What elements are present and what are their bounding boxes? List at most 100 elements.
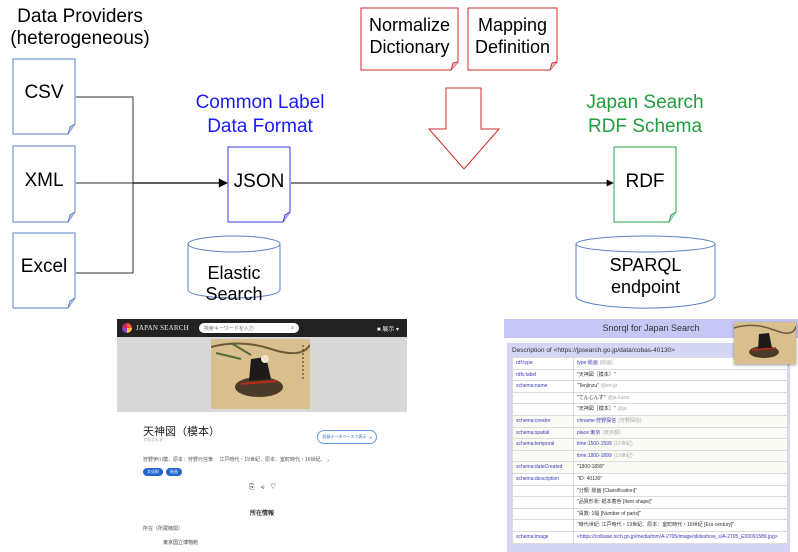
table-row: "品質形状: 紙本着色 [Item shape]" bbox=[512, 496, 788, 509]
action-icons[interactable]: ⎘ ⋖ ♡ bbox=[249, 484, 278, 492]
tag[interactable]: 文化財 bbox=[143, 468, 163, 476]
mapping-definition-label: Mapping Definition bbox=[468, 14, 557, 58]
japan-search-logo-icon bbox=[122, 323, 132, 333]
value-text[interactable]: place:東京 bbox=[577, 430, 600, 436]
table-row: "分類: 絵画 [Classification]" bbox=[512, 484, 788, 498]
property-cell[interactable]: schema:name bbox=[512, 380, 574, 393]
value-cell[interactable]: time:1800-1899 (19世紀) bbox=[573, 449, 788, 463]
description-title: Description of <https://jpsearch.go.jp/d… bbox=[512, 347, 675, 354]
providers-heading-line1: Data Providers bbox=[17, 6, 143, 27]
property-table: rdf:type type:絵画 [絵画] rdfs:label "天神図［模本］" sc… bbox=[512, 357, 788, 544]
table-row: "天神図［模本］" @ja bbox=[512, 403, 788, 416]
property-cell[interactable]: schema:creator bbox=[512, 414, 574, 428]
rdf-schema-title: Japan Search RDF Schema bbox=[545, 92, 745, 138]
user-menu[interactable]: ■ 展示 ▾ bbox=[377, 324, 399, 333]
value-text: "分類: 絵画 [Classification]" bbox=[577, 487, 637, 494]
value-text: "天神図［模本］" bbox=[577, 371, 616, 378]
value-note: @en-jp bbox=[600, 383, 618, 390]
value-cell[interactable]: time:1500-1599 (16世紀) bbox=[573, 438, 788, 451]
table-row: rdfs:label "天神図［模本］" bbox=[512, 368, 788, 382]
value-note: @ja bbox=[617, 406, 627, 413]
property-cell bbox=[512, 391, 574, 405]
connector-lines bbox=[76, 96, 134, 274]
common-title-line2: Data Format bbox=[207, 116, 313, 137]
value-text: "天神図［模本］" bbox=[577, 406, 616, 413]
property-cell bbox=[512, 496, 574, 509]
value-cell: "時代世紀: 江戸時代・19世紀、原本：室町時代・16世紀 [Era centu… bbox=[573, 519, 788, 532]
elastic-search-label: Elastic Search bbox=[205, 263, 263, 304]
value-cell[interactable]: place:東京 (東京都) bbox=[573, 426, 788, 440]
table-row: schema:creator chname:狩野探信 (狩野探信) bbox=[512, 414, 788, 428]
rdf-title-line2: RDF Schema bbox=[587, 116, 703, 137]
value-note: [絵画] bbox=[599, 360, 613, 366]
property-cell[interactable]: schema:temporal bbox=[512, 438, 574, 451]
external-link-icon: ⇥ bbox=[368, 434, 372, 440]
japan-search-brand: JAPAN SEARCH bbox=[136, 324, 189, 332]
value-text[interactable]: time:1800-1899 bbox=[577, 453, 612, 459]
table-row: schema:description "ID: 40130" bbox=[512, 472, 788, 486]
mapping-line2: Definition bbox=[474, 37, 551, 57]
search-icon[interactable]: ⌕ bbox=[291, 325, 294, 331]
property-cell[interactable]: schema:dateCreated bbox=[512, 461, 574, 474]
sparql-endpoint-label: SPARQL endpoint bbox=[576, 254, 715, 298]
normalize-dictionary-label: Normalize Dictionary bbox=[361, 14, 458, 58]
xml-label: XML bbox=[24, 170, 64, 191]
value-text: "時代世紀: 江戸時代・19世紀、原本：室町時代・16世紀 [Era centu… bbox=[577, 522, 735, 529]
value-text: "品質形状: 紙本着色 [Item shape]" bbox=[577, 499, 653, 506]
item-metadata: 狩野伊川模、原本：狩野元信筆 江戸時代・19世紀、原本：室町時代・16世紀、 ， bbox=[143, 457, 332, 463]
json-label: JSON bbox=[233, 171, 285, 192]
value-cell: "1800-1899" bbox=[573, 461, 788, 474]
providers-heading: Data Providers (heterogeneous) bbox=[0, 6, 160, 50]
property-cell bbox=[512, 507, 574, 521]
table-row: schema:name "Tenjinzu" @en-jp bbox=[512, 380, 788, 393]
mapping-line1: Mapping bbox=[477, 15, 548, 35]
normalize-line2: Dictionary bbox=[369, 37, 450, 57]
table-row: "員数: 1幅 [Number of parts]" bbox=[512, 507, 788, 521]
view-in-database-label: 収録データベースで表示 bbox=[322, 434, 367, 439]
value-cell: "員数: 1幅 [Number of parts]" bbox=[573, 507, 788, 521]
excel-label: Excel bbox=[20, 256, 68, 277]
tag[interactable]: 絵画 bbox=[166, 468, 182, 476]
common-format-title: Common Label Data Format bbox=[170, 92, 350, 138]
value-note: (16世紀) bbox=[613, 441, 633, 448]
value-cell[interactable]: <https://colbase.nich.go.jp/media/tnm/A-… bbox=[573, 530, 788, 544]
property-cell[interactable]: schema:description bbox=[512, 472, 574, 486]
table-row: schema:image <https://colbase.nich.go.jp/… bbox=[512, 530, 788, 544]
table-row: time:1800-1899 (19世紀) bbox=[512, 449, 788, 463]
value-text: "てんじんず" bbox=[577, 394, 606, 401]
value-cell: "ID: 40130" bbox=[573, 472, 788, 486]
value-text[interactable]: time:1500-1599 bbox=[577, 441, 612, 447]
property-cell[interactable]: schema:image bbox=[512, 530, 574, 544]
japan-search-navbar: JAPAN SEARCH 検索キーワードを入力 ⌕ ■ 展示 ▾ bbox=[117, 319, 407, 337]
value-cell[interactable]: chname:狩野探信 (狩野探信) bbox=[573, 414, 788, 428]
japan-search-screenshot: JAPAN SEARCH 検索キーワードを入力 ⌕ ■ 展示 ▾ 天神図（模本）… bbox=[117, 319, 407, 552]
snorql-screenshot: Snorql for Japan Search Description of <… bbox=[504, 319, 798, 552]
view-in-database-button[interactable]: 収録データベースで表示 ⇥ bbox=[317, 430, 377, 444]
value-cell: "てんじんず" @ja-kana bbox=[573, 391, 788, 405]
value-text[interactable]: type:絵画 bbox=[577, 360, 598, 366]
value-cell: "品質形状: 紙本着色 [Item shape]" bbox=[573, 496, 788, 509]
item-tags: 文化財 絵画 bbox=[143, 468, 182, 476]
property-cell[interactable]: rdf:type bbox=[512, 357, 574, 370]
providers-heading-line2: (heterogeneous) bbox=[10, 28, 150, 49]
search-input[interactable]: 検索キーワードを入力 ⌕ bbox=[198, 323, 299, 333]
property-cell[interactable]: schema:spatial bbox=[512, 426, 574, 440]
sparql-line1: SPARQL bbox=[609, 255, 682, 275]
value-text: "ID: 40130" bbox=[577, 475, 603, 482]
csv-label: CSV bbox=[24, 82, 64, 103]
property-cell bbox=[512, 484, 574, 498]
property-cell[interactable]: rdfs:label bbox=[512, 368, 574, 382]
value-cell: "分類: 絵画 [Classification]" bbox=[573, 484, 788, 498]
value-text: "Tenjinzu" bbox=[577, 383, 599, 390]
common-title-line1: Common Label bbox=[195, 92, 325, 113]
value-note: @ja-kana bbox=[607, 394, 630, 401]
rdf-title-line1: Japan Search bbox=[586, 92, 704, 113]
tenjin-painting-image[interactable] bbox=[211, 339, 310, 409]
table-row: schema:spatial place:東京 (東京都) bbox=[512, 426, 788, 440]
table-row: schema:temporal time:1500-1599 (16世紀) bbox=[512, 438, 788, 451]
value-text: "員数: 1幅 [Number of parts]" bbox=[577, 510, 642, 517]
value-text[interactable]: chname:狩野探信 bbox=[577, 418, 616, 424]
value-text[interactable]: <https://colbase.nich.go.jp/media/tnm/A-… bbox=[577, 534, 778, 540]
property-cell bbox=[512, 519, 574, 532]
thumbnail-image[interactable] bbox=[734, 322, 796, 364]
